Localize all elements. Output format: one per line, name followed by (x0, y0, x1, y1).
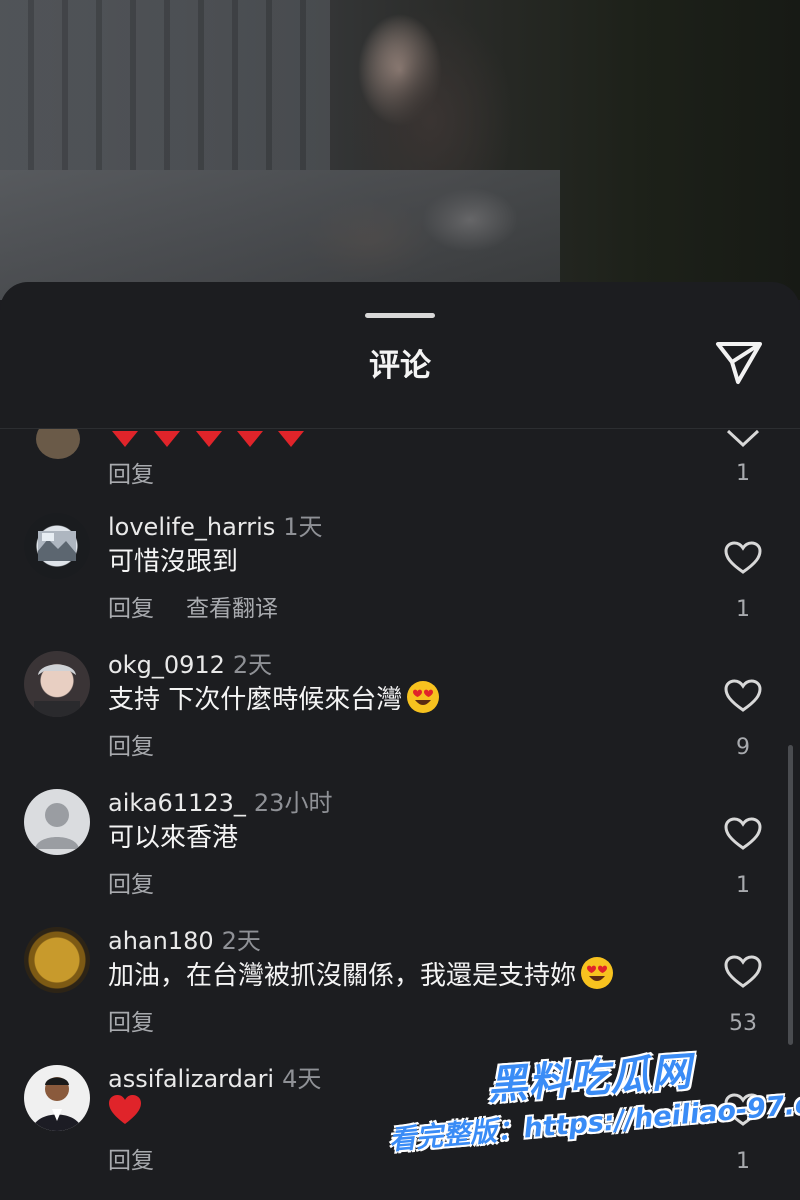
photo-building (0, 0, 330, 170)
comment-item: aika61123_ 23小时 可以來香港 回复 1 (0, 789, 800, 927)
like-count: 1 (736, 597, 750, 622)
like-heart-icon[interactable] (724, 541, 762, 575)
like-heart-icon[interactable] (724, 679, 762, 713)
comment-text-body: 加油，在台灣被抓沒關係，我還是支持妳 (108, 961, 577, 991)
heart-eyes-emoji-icon (407, 681, 440, 713)
comment-username[interactable]: okg_0912 2天 (108, 645, 272, 680)
send-icon[interactable] (714, 340, 764, 386)
avatar[interactable] (24, 1065, 90, 1131)
avatar-image-icon (38, 531, 76, 561)
post-photo-background (0, 0, 800, 300)
comment-actions: 回复 查看翻译 (108, 589, 310, 623)
heart-eyes-emoji-icon (581, 957, 614, 989)
username[interactable]: lovelife_harris (108, 513, 275, 541)
like-count: 9 (736, 735, 750, 760)
reply-button[interactable]: 回复 (108, 1010, 154, 1036)
username[interactable]: ahan180 (108, 927, 214, 955)
avatar[interactable] (36, 429, 80, 459)
comment-actions: 回复 (108, 455, 186, 489)
avatar[interactable] (24, 927, 90, 993)
avatar[interactable] (24, 789, 90, 855)
comment-item: assifalizardari 4天 回复 1 (0, 1065, 800, 1200)
sheet-title: 评论 (369, 348, 431, 384)
photo-road (0, 170, 560, 300)
avatar-person-icon (32, 1077, 82, 1131)
comment-actions: 回复 (108, 1003, 186, 1037)
comment-time: 2天 (221, 927, 261, 955)
heart-emojis-icon (112, 431, 304, 447)
comment-text-body: 支持 下次什麼時候來台灣 (108, 685, 403, 715)
like-heart-icon[interactable] (724, 1093, 762, 1127)
comment-text: 支持 下次什麼時候來台灣 (108, 679, 440, 716)
comment-time: 23小时 (253, 789, 333, 817)
comment-username[interactable]: lovelife_harris 1天 (108, 507, 323, 542)
avatar[interactable] (24, 651, 90, 717)
comment-text: 可惜沒跟到 (108, 547, 239, 577)
comment-time: 1天 (283, 513, 323, 541)
like-heart-icon[interactable] (724, 817, 762, 851)
translate-button[interactable]: 查看翻译 (186, 596, 278, 622)
default-avatar-icon (35, 803, 79, 849)
reply-button[interactable]: 回复 (108, 462, 154, 488)
comment-actions: 回复 (108, 727, 186, 761)
reply-button[interactable]: 回复 (108, 734, 154, 760)
reply-button[interactable]: 回复 (108, 872, 154, 898)
comment-list[interactable]: 回复 1 lovelife_harris1天 可惜沒跟到 回复查看翻译 1 (0, 429, 800, 1200)
comment-username[interactable]: assifalizardari 4天 (108, 1059, 321, 1094)
comment-time: 2天 (232, 651, 273, 679)
comment-actions: 回复 (108, 1141, 186, 1175)
comment-username[interactable]: aika61123_ 23小时 (108, 783, 332, 818)
like-count: 1 (736, 873, 750, 898)
red-hearts-row (108, 429, 308, 455)
scrollbar[interactable] (788, 745, 793, 1045)
comment-time: 4天 (282, 1065, 322, 1093)
like-heart-icon[interactable] (724, 429, 762, 459)
comment-item: lovelife_harris 1天 可惜沒跟到 回复 查看翻译 1 (0, 513, 800, 651)
reply-button[interactable]: 回复 (108, 596, 154, 622)
reply-button[interactable]: 回复 (108, 1148, 154, 1174)
comment-username[interactable]: ahan180 2天 (108, 921, 261, 956)
comment-item: okg_0912 2天 支持 下次什麼時候來台灣 回复 9 (0, 651, 800, 789)
username[interactable]: okg_0912 (108, 651, 225, 679)
like-count: 1 (736, 461, 750, 486)
username[interactable]: assifalizardari (108, 1065, 274, 1093)
sheet-drag-handle[interactable] (365, 313, 435, 318)
comment-text (108, 1093, 142, 1128)
like-heart-icon[interactable] (724, 955, 762, 989)
comment-item: ahan180 2天 加油，在台灣被抓沒關係，我還是支持妳 回复 53 (0, 927, 800, 1065)
red-heart-emoji-icon (109, 1095, 141, 1124)
like-count: 1 (736, 1149, 750, 1174)
comment-text: 可以來香港 (108, 823, 239, 853)
like-count: 53 (729, 1011, 757, 1036)
avatar[interactable] (24, 513, 90, 579)
avatar-person-icon (34, 664, 80, 717)
comment-text: 加油，在台灣被抓沒關係，我還是支持妳 (108, 955, 614, 992)
comment-actions: 回复 (108, 865, 186, 899)
username[interactable]: aika61123_ (108, 789, 246, 817)
